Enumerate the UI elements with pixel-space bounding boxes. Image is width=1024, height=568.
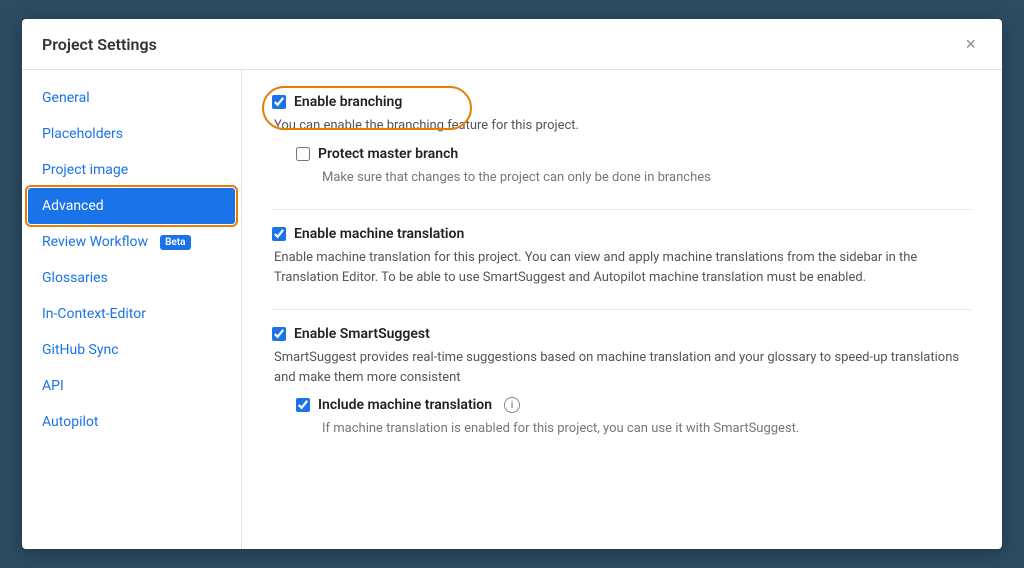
- beta-badge: Beta: [160, 235, 190, 250]
- protect-master-row: Protect master branch: [296, 146, 972, 162]
- sidebar-item-label: Placeholders: [42, 126, 123, 142]
- enable-branching-section: Enable branching You can enable the bran…: [272, 94, 972, 187]
- info-icon[interactable]: i: [504, 397, 520, 413]
- enable-branching-wrapper: Enable branching: [272, 94, 402, 116]
- sidebar-item-label: API: [42, 378, 64, 394]
- smartsuggest-row: Enable SmartSuggest: [272, 326, 972, 342]
- enable-smartsuggest-checkbox[interactable]: [272, 327, 286, 341]
- protect-master-description: Make sure that changes to the project ca…: [322, 168, 972, 188]
- include-mt-section: Include machine translation i If machine…: [296, 397, 972, 439]
- protect-master-section: Protect master branch Make sure that cha…: [296, 146, 972, 188]
- sidebar-item-review-workflow[interactable]: Review Workflow Beta: [22, 224, 241, 260]
- sidebar-item-label: Advanced: [42, 198, 104, 214]
- sidebar-item-project-image[interactable]: Project image: [22, 152, 241, 188]
- modal-overlay: Project Settings × General Placeholders …: [0, 0, 1024, 568]
- enable-branching-row: Enable branching: [272, 94, 402, 110]
- sidebar-item-label: Glossaries: [42, 270, 108, 286]
- divider-1: [272, 209, 972, 210]
- sidebar-item-glossaries[interactable]: Glossaries: [22, 260, 241, 296]
- enable-machine-translation-checkbox[interactable]: [272, 227, 286, 241]
- modal-title: Project Settings: [42, 35, 157, 54]
- modal-header: Project Settings ×: [22, 19, 1002, 70]
- sidebar-item-in-context-editor[interactable]: In-Context-Editor: [22, 296, 241, 332]
- sidebar-item-label: Autopilot: [42, 414, 98, 430]
- divider-2: [272, 309, 972, 310]
- sidebar: General Placeholders Project image Advan…: [22, 70, 242, 549]
- machine-translation-description: Enable machine translation for this proj…: [274, 248, 972, 287]
- sidebar-item-api[interactable]: API: [22, 368, 241, 404]
- sidebar-item-github-sync[interactable]: GitHub Sync: [22, 332, 241, 368]
- sidebar-item-label: Project image: [42, 162, 128, 178]
- protect-master-label: Protect master branch: [318, 146, 458, 162]
- sidebar-item-autopilot[interactable]: Autopilot: [22, 404, 241, 440]
- sidebar-item-label: Review Workflow: [42, 234, 148, 250]
- smartsuggest-section: Enable SmartSuggest SmartSuggest provide…: [272, 326, 972, 439]
- sidebar-item-label: General: [42, 90, 90, 106]
- project-settings-modal: Project Settings × General Placeholders …: [22, 19, 1002, 549]
- enable-branching-description: You can enable the branching feature for…: [274, 116, 972, 136]
- sidebar-item-advanced[interactable]: Advanced: [28, 188, 235, 224]
- include-machine-translation-label: Include machine translation: [318, 397, 492, 413]
- include-machine-translation-checkbox[interactable]: [296, 398, 310, 412]
- sidebar-item-placeholders[interactable]: Placeholders: [22, 116, 241, 152]
- enable-smartsuggest-label: Enable SmartSuggest: [294, 326, 430, 342]
- machine-translation-row: Enable machine translation: [272, 226, 972, 242]
- include-mt-row: Include machine translation i: [296, 397, 972, 413]
- include-mt-description: If machine translation is enabled for th…: [322, 419, 972, 439]
- protect-master-checkbox[interactable]: [296, 147, 310, 161]
- smartsuggest-description: SmartSuggest provides real-time suggesti…: [274, 348, 972, 387]
- machine-translation-section: Enable machine translation Enable machin…: [272, 226, 972, 287]
- sidebar-item-general[interactable]: General: [22, 80, 241, 116]
- content-area: Enable branching You can enable the bran…: [242, 70, 1002, 549]
- sidebar-item-label: In-Context-Editor: [42, 306, 146, 322]
- enable-branching-checkbox[interactable]: [272, 95, 286, 109]
- close-button[interactable]: ×: [959, 33, 982, 55]
- modal-body: General Placeholders Project image Advan…: [22, 70, 1002, 549]
- enable-machine-translation-label: Enable machine translation: [294, 226, 464, 242]
- enable-branching-label: Enable branching: [294, 94, 402, 110]
- sidebar-item-label: GitHub Sync: [42, 342, 119, 358]
